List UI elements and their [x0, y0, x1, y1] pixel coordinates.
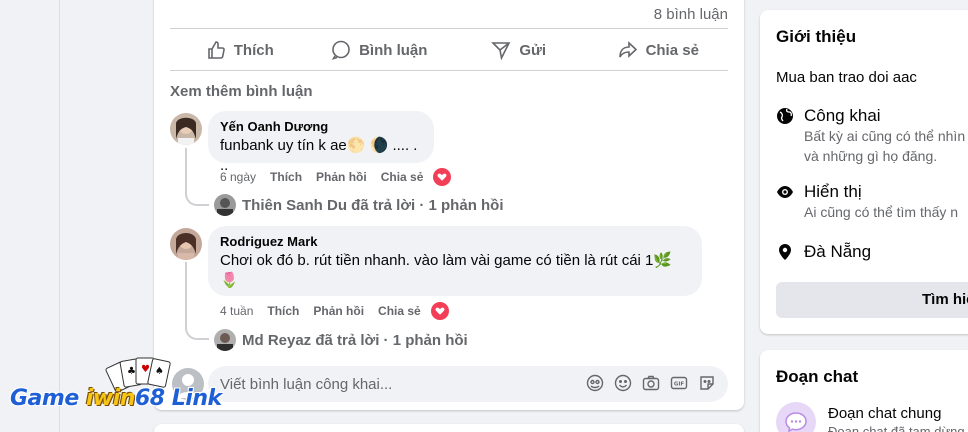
comment-author[interactable]: Rodriguez Mark [220, 234, 690, 249]
comment-reply-link[interactable]: Phản hồi [316, 170, 367, 184]
svg-text:GIF: GIF [674, 382, 685, 388]
location-icon [779, 244, 791, 260]
comment-like-link[interactable]: Thích [267, 304, 299, 318]
privacy-sub1: Bất kỳ ai cũng có thể nhìn [804, 128, 966, 144]
comment-share-link[interactable]: Chia sẻ [378, 304, 421, 318]
globe-icon [777, 108, 793, 124]
reply-summary[interactable]: Md Reyaz đã trả lời · 1 phản hồi [214, 329, 468, 351]
divider [170, 28, 728, 29]
comment-button[interactable]: Bình luận [310, 30, 450, 70]
comment-share-link[interactable]: Chia sẻ [381, 170, 424, 184]
privacy-item: Công khai Bất kỳ ai cũng có thể nhìn và … [776, 106, 968, 166]
comment-like-link[interactable]: Thích [270, 170, 302, 184]
comment-composer: GIF [208, 366, 728, 402]
chat-card: Đoạn chat Đoạn chat chung Đoạn chat đã t… [760, 350, 968, 432]
reply-summary[interactable]: Thiên Sanh Du đã trả lời · 1 phản hồi [214, 194, 504, 216]
heart-icon[interactable] [430, 302, 449, 320]
thread-line [185, 148, 187, 194]
watermark-part1: Game [10, 386, 86, 411]
comment-bubble: Yến Oanh Dương funbank uy tín k ae🌕 🌘 ..… [208, 111, 434, 174]
watermark-logo: ♥ ♠ ♣ Game iwin68 Link [10, 356, 230, 426]
svg-text:♣: ♣ [127, 366, 136, 377]
sticker-icon[interactable] [698, 374, 716, 392]
share-button[interactable]: Chia sẻ [589, 30, 729, 70]
reply-summary-text: Md Reyaz đã trả lời · 1 phản hồi [242, 331, 468, 349]
reply-avatar [214, 329, 236, 351]
comment-count[interactable]: 8 bình luận [654, 6, 728, 23]
comment-input[interactable] [208, 366, 568, 402]
comment-text-line1: Chơi ok đó b. rút tiền nhanh. vào làm và… [220, 252, 673, 269]
chat-status: Đoạn chat đã tạm dừng [828, 424, 965, 432]
more-comments-link[interactable]: Xem thêm bình luận [170, 83, 313, 100]
privacy-sub2: và những gì họ đăng. [804, 148, 938, 164]
emoji-icon[interactable] [614, 374, 632, 392]
avatar-sticker-icon[interactable] [586, 374, 604, 392]
watermark-text: Game iwin68 Link [10, 386, 222, 411]
comment-meta: 6 ngày Thích Phản hồi Chia sẻ [220, 168, 452, 186]
location-item: Đà Nẵng [776, 242, 968, 262]
visibility-item: Hiển thị Ai cũng có thể tìm thấy n [776, 182, 968, 222]
reply-summary-text: Thiên Sanh Du đã trả lời · 1 phản hồi [242, 196, 504, 214]
commenter-avatar[interactable] [170, 113, 202, 145]
visibility-sub1: Ai cũng có thể tìm thấy n [804, 204, 959, 220]
send-label: Gửi [519, 41, 547, 59]
comment-time[interactable]: 6 ngày [220, 170, 256, 184]
commenter-avatar[interactable] [170, 228, 202, 260]
like-icon [207, 41, 225, 59]
comment-author[interactable]: Yến Oanh Dương [220, 119, 422, 134]
comment-text-line2: 🌷 [220, 272, 239, 289]
divider [170, 70, 728, 71]
location-title: Đà Nẵng [804, 242, 872, 261]
thread-line [185, 262, 187, 328]
reply-avatar [214, 194, 236, 216]
chat-name[interactable]: Đoạn chat chung [828, 405, 941, 422]
intro-title: Giới thiệu [776, 27, 857, 46]
visibility-title: Hiển thị [804, 182, 862, 201]
svg-text:♠: ♠ [155, 366, 164, 377]
comment-time[interactable]: 4 tuần [220, 304, 253, 318]
heart-icon[interactable] [433, 168, 452, 186]
send-button[interactable]: Gửi [449, 30, 589, 70]
chat-bubble-icon[interactable] [776, 402, 816, 432]
watermark-part2: iwin [85, 386, 136, 411]
composer-tools: GIF [586, 374, 716, 392]
comment-label: Bình luận [359, 41, 428, 59]
camera-icon[interactable] [642, 374, 660, 392]
comment-icon [331, 40, 350, 60]
gif-icon[interactable]: GIF [670, 374, 688, 392]
like-label: Thích [233, 41, 274, 59]
watermark-part3: 68 Link [135, 386, 222, 411]
comment-reply-link[interactable]: Phản hồi [313, 304, 364, 318]
eye-icon [777, 186, 793, 198]
comment-meta: 4 tuần Thích Phản hồi Chia sẻ [220, 302, 449, 320]
svg-text:♥: ♥ [141, 364, 150, 375]
share-label: Chia sẻ [645, 41, 699, 59]
share-icon [618, 41, 637, 58]
like-button[interactable]: Thích [170, 30, 310, 70]
next-post-card [154, 424, 744, 432]
post-actions: Thích Bình luận Gửi Chia sẻ [170, 30, 728, 70]
comment-bubble: Rodriguez Mark Chơi ok đó b. rút tiền nh… [208, 226, 702, 296]
send-icon [491, 42, 511, 60]
learn-more-button[interactable]: Tìm hiể [776, 282, 968, 318]
chat-title: Đoạn chat [776, 367, 859, 386]
privacy-title: Công khai [804, 106, 881, 125]
intro-card: Giới thiệu Mua ban trao doi aac Công kha… [760, 10, 968, 334]
intro-description: Mua ban trao doi aac [776, 69, 917, 86]
